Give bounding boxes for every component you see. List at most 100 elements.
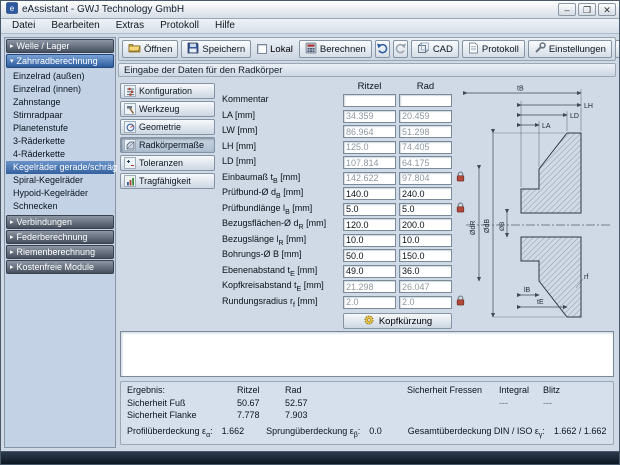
redo-button[interactable]	[393, 40, 408, 58]
nav-tragfaehigkeit-button[interactable]: Tragfähigkeit	[120, 173, 215, 189]
ebenenabstand-rad-input[interactable]	[399, 265, 452, 278]
ld-ritzel-input[interactable]	[343, 156, 396, 169]
lw-rad-input[interactable]	[399, 125, 452, 138]
sidebar-item-4-raederkette[interactable]: 4-Räderkette	[6, 148, 114, 161]
kommentar-ritzel-input[interactable]	[343, 94, 396, 107]
einbaumass-rad-input[interactable]	[399, 172, 452, 185]
sidebar-header-kostenfreie-module[interactable]: ▸ Kostenfreie Module	[6, 260, 114, 274]
cad-button[interactable]: CAD	[411, 40, 459, 58]
form-row: LW [mm]	[222, 124, 462, 140]
sidebar-item-schnecken[interactable]: Schnecken	[6, 200, 114, 213]
pruefbund-d-rad-input[interactable]	[399, 187, 452, 200]
bohrungs-d-ritzel-input[interactable]	[343, 249, 396, 262]
sidebar: ▸ Welle / Lager ▾ Zahnradberechnung Einz…	[4, 37, 116, 448]
pruefbund-d-ritzel-input[interactable]	[343, 187, 396, 200]
menu-datei[interactable]: Datei	[4, 20, 43, 32]
kopfkreisabstand-ritzel-input[interactable]	[343, 280, 396, 293]
close-icon[interactable]: ✕	[598, 3, 616, 16]
ebenenabstand-label: Ebenenabstand tE [mm]	[222, 265, 340, 278]
window-controls: – ❐ ✕	[558, 3, 616, 16]
sidebar-header-welle-lager[interactable]: ▸ Welle / Lager	[6, 39, 114, 53]
nav-werkzeug-button[interactable]: Werkzeug	[120, 101, 215, 117]
protocol-button[interactable]: Protokoll	[462, 40, 525, 58]
lh-rad-input[interactable]	[399, 141, 452, 154]
redo-icon	[394, 42, 407, 57]
results-col-rad: Rad	[285, 385, 407, 397]
sidebar-item-planetenstufe[interactable]: Planetenstufe	[6, 122, 114, 135]
sidebar-item-einzelrad-innen[interactable]: Einzelrad (innen)	[6, 83, 114, 96]
maximize-icon[interactable]: ❐	[578, 3, 596, 16]
menu-hilfe[interactable]: Hilfe	[207, 20, 243, 32]
floppy-icon	[187, 42, 199, 57]
menu-protokoll[interactable]: Protokoll	[152, 20, 207, 32]
sidebar-item-zahnstange[interactable]: Zahnstange	[6, 96, 114, 109]
local-checkbox[interactable]: Lokal	[254, 44, 296, 55]
sprung-ueberdeckung-value: 0.0	[369, 426, 382, 436]
rad-column-header: Rad	[399, 81, 452, 93]
sidebar-header-federberechnung[interactable]: ▸ Federberechnung	[6, 230, 114, 244]
form-row: Kopfkreisabstand tE [mm]	[222, 279, 462, 295]
settings-button[interactable]: Einstellungen	[528, 40, 612, 58]
wrench-icon	[534, 42, 546, 57]
sidebar-item-hypoid-kegelraeder[interactable]: Hypoid-Kegelräder	[6, 187, 114, 200]
form-row: LA [mm]	[222, 109, 462, 125]
nav-radkoerpermasse-button[interactable]: Radkörpermaße	[120, 137, 215, 153]
calculate-button[interactable]: Berechnen	[299, 40, 372, 58]
app-window: e eAssistant - GWJ Technology GmbH – ❐ ✕…	[0, 0, 620, 465]
titlebar: e eAssistant - GWJ Technology GmbH – ❐ ✕	[1, 1, 619, 19]
kopfkreisabstand-rad-input[interactable]	[399, 280, 452, 293]
form-row: Kommentar	[222, 93, 462, 109]
profil-ueberdeckung-label: Profilüberdeckung εα:	[127, 426, 213, 439]
folder-icon	[128, 42, 141, 56]
dim-label-rf: rf	[584, 274, 588, 281]
sidebar-header-verbindungen[interactable]: ▸ Verbindungen	[6, 215, 114, 229]
bezugslaenge-rad-input[interactable]	[399, 234, 452, 247]
kopfkuerzung-button[interactable]: Kopfkürzung	[343, 313, 452, 329]
bezugslaenge-ritzel-input[interactable]	[343, 234, 396, 247]
bezugsflaechen-d-label: Bezugsflächen-Ø dR [mm]	[222, 218, 340, 231]
rundungsradius-ritzel-input[interactable]	[343, 296, 396, 309]
undo-icon	[376, 42, 389, 57]
save-button[interactable]: Speichern	[181, 40, 251, 58]
bohrungs-d-rad-input[interactable]	[399, 249, 452, 262]
sidebar-item-spiral-kegelraeder[interactable]: Spiral-Kegelräder	[6, 174, 114, 187]
bezugsflaechen-d-ritzel-input[interactable]	[343, 218, 396, 231]
la-ritzel-input[interactable]	[343, 110, 396, 123]
la-rad-input[interactable]	[399, 110, 452, 123]
message-area	[120, 331, 614, 377]
section-title: Eingabe der Daten für den Radkörper	[124, 65, 282, 76]
toolbar: Öffnen Speichern Lokal Berechnen	[118, 37, 616, 61]
sidebar-header-zahnradberechnung[interactable]: ▾ Zahnradberechnung	[6, 54, 114, 68]
nav-konfiguration-button[interactable]: Konfiguration	[120, 83, 215, 99]
menu-bearbeiten[interactable]: Bearbeiten	[43, 20, 107, 32]
sidebar-item-3-raederkette[interactable]: 3-Räderkette	[6, 135, 114, 148]
rundungsradius-rad-input[interactable]	[399, 296, 452, 309]
pruefbundlaenge-ritzel-input[interactable]	[343, 203, 396, 216]
gear-body-icon	[124, 139, 136, 151]
undo-button[interactable]	[375, 40, 390, 58]
profil-ueberdeckung-value: 1.662	[222, 426, 245, 436]
menu-extras[interactable]: Extras	[108, 20, 152, 32]
result-value: 7.903	[285, 410, 407, 422]
sidebar-item-stirnradpaar[interactable]: Stirnradpaar	[6, 109, 114, 122]
minimize-icon[interactable]: –	[558, 3, 576, 16]
results-col-ritzel: Ritzel	[237, 385, 285, 397]
ebenenabstand-ritzel-input[interactable]	[343, 265, 396, 278]
lh-ritzel-input[interactable]	[343, 141, 396, 154]
ld-label: LD [mm]	[222, 156, 340, 169]
sidebar-item-einzelrad-aussen[interactable]: Einzelrad (außen)	[6, 70, 114, 83]
kommentar-rad-input[interactable]	[399, 94, 452, 107]
sidebar-header-riemenberechnung[interactable]: ▸ Riemenberechnung	[6, 245, 114, 259]
chevron-right-icon: ▸	[10, 219, 14, 226]
open-button[interactable]: Öffnen	[122, 40, 178, 58]
radkoerper-content: Konfiguration Werkzeug Geometrie Radkörp…	[118, 77, 616, 327]
nav-toleranzen-button[interactable]: Toleranzen	[120, 155, 215, 171]
ld-rad-input[interactable]	[399, 156, 452, 169]
pruefbundlaenge-rad-input[interactable]	[399, 203, 452, 216]
sidebar-item-kegelraeder[interactable]: Kegelräder gerade/schräg	[6, 161, 114, 174]
help-button[interactable]: ? Hilfe	[615, 40, 620, 58]
bezugsflaechen-d-rad-input[interactable]	[399, 218, 452, 231]
nav-geometrie-button[interactable]: Geometrie	[120, 119, 215, 135]
einbaumass-ritzel-input[interactable]	[343, 172, 396, 185]
lw-ritzel-input[interactable]	[343, 125, 396, 138]
